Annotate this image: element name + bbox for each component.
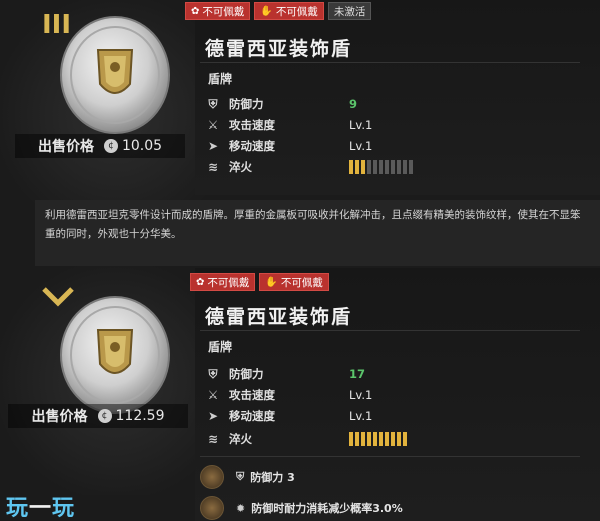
pouch-icon: ✿ [196,276,205,288]
stat-row-move-speed: ➤ 移动速度 Lv.1 [205,406,585,426]
pouch-icon: ✿ [191,5,200,17]
temper-bar-segment [397,432,401,446]
shield-icon: ⛨ [236,470,245,483]
tag-not-wearable: ✿ 不可佩戴 [185,2,251,20]
perk-row: ⛨ 防御力 3 [200,465,295,489]
temper-bar-segment [379,432,383,446]
perk-label: 防御时耐力消耗减少概率3.0% [251,502,403,515]
stat-value: 9 [349,97,358,111]
temper-bar-segment [373,432,377,446]
perk-badge-icon [200,465,224,489]
item-type: 盾牌 [208,340,233,354]
divider [200,456,580,457]
perk-row: ✹ 防御时耐力消耗减少概率3.0% [200,496,403,520]
perk-badge-icon [200,496,224,520]
sell-price-label: 出售价格 [31,409,88,425]
divider [200,62,580,63]
coin-icon: ¢ [97,409,112,423]
item-name: 德雷西亚装饰盾 [205,306,353,328]
temper-icon: ≋ [207,160,219,174]
temper-bar-segment [397,160,401,174]
item-description: 利用德雷西亚坦克零件设计而成的盾牌。厚重的金属板可吸收并化解冲击，且点缀有精美的… [35,200,600,266]
stat-row-attack-speed: ⚔ 攻击速度 Lv.1 [205,115,585,135]
item-name: 德雷西亚装饰盾 [205,38,353,60]
temper-bar-segment [349,160,353,174]
temper-bar-segment [361,432,365,446]
tag-inactive: 未激活 [327,2,372,20]
stat-row-defense: ⛨ 防御力 9 [205,94,585,114]
sell-price-value: 112.59 [115,408,165,424]
tag-not-wearable: ✿ 不可佩戴 [190,273,256,291]
move-speed-icon: ➤ [207,139,219,153]
temper-bar-segment [367,160,371,174]
shield-icon: ⛨ [208,366,218,381]
temper-bar-segment [403,432,407,446]
stat-value: Lv.1 [349,139,373,153]
temper-bar [349,432,407,446]
temper-bar-segment [409,160,413,174]
stamina-icon: ✹ [236,501,246,515]
stat-row-temper: ≋ 淬火 [205,157,585,177]
stat-value: Lv.1 [349,409,373,423]
stat-row-defense: ⛨ 防御力 17 [205,364,585,384]
temper-bar-segment [391,160,395,174]
stat-row-move-speed: ➤ 移动速度 Lv.1 [205,136,585,156]
sell-price-value: 10.05 [121,138,163,154]
sell-price-label: 出售价格 [37,139,94,155]
item-type: 盾牌 [208,72,233,86]
temper-bar-segment [385,432,389,446]
stat-value: Lv.1 [349,118,373,132]
temper-bar-segment [373,160,377,174]
temper-bar-segment [391,432,395,446]
sell-price-row: 出售价格 ¢ 112.59 [8,404,188,428]
stat-row-attack-speed: ⚔ 攻击速度 Lv.1 [205,385,585,405]
tag-not-wearable: ✋ 不可佩戴 [259,273,329,291]
shield-item-icon [55,12,175,137]
stat-value: 17 [349,367,366,381]
perk-label: 防御力 3 [250,471,295,484]
shield-icon: ⛨ [208,96,218,111]
temper-bar-segment [367,432,371,446]
temper-bar-segment [385,160,389,174]
shield-item-icon [55,292,175,417]
hand-icon: ✋ [265,276,278,288]
attack-speed-icon: ⚔ [207,118,219,132]
temper-bar-segment [379,160,383,174]
move-speed-icon: ➤ [207,409,219,423]
sell-price-row: 出售价格 ¢ 10.05 [15,134,185,158]
temper-bar-segment [349,432,353,446]
temper-bar-segment [355,160,359,174]
stat-row-temper: ≋ 淬火 [205,429,585,449]
tag-row: ✿ 不可佩戴 ✋ 不可佩戴 [190,273,329,291]
divider [200,330,580,331]
coin-icon: ¢ [103,139,118,153]
stat-value: Lv.1 [349,388,373,402]
watermark-logo: 玩一玩 [6,496,76,521]
temper-bar [349,160,413,174]
temper-bar-segment [355,432,359,446]
tag-row: ✿ 不可佩戴 ✋ 不可佩戴 未激活 [185,2,372,20]
hand-icon: ✋ [260,5,273,17]
temper-bar-segment [361,160,365,174]
temper-icon: ≋ [207,432,219,446]
attack-speed-icon: ⚔ [207,388,219,402]
temper-bar-segment [403,160,407,174]
tag-not-wearable: ✋ 不可佩戴 [254,2,324,20]
